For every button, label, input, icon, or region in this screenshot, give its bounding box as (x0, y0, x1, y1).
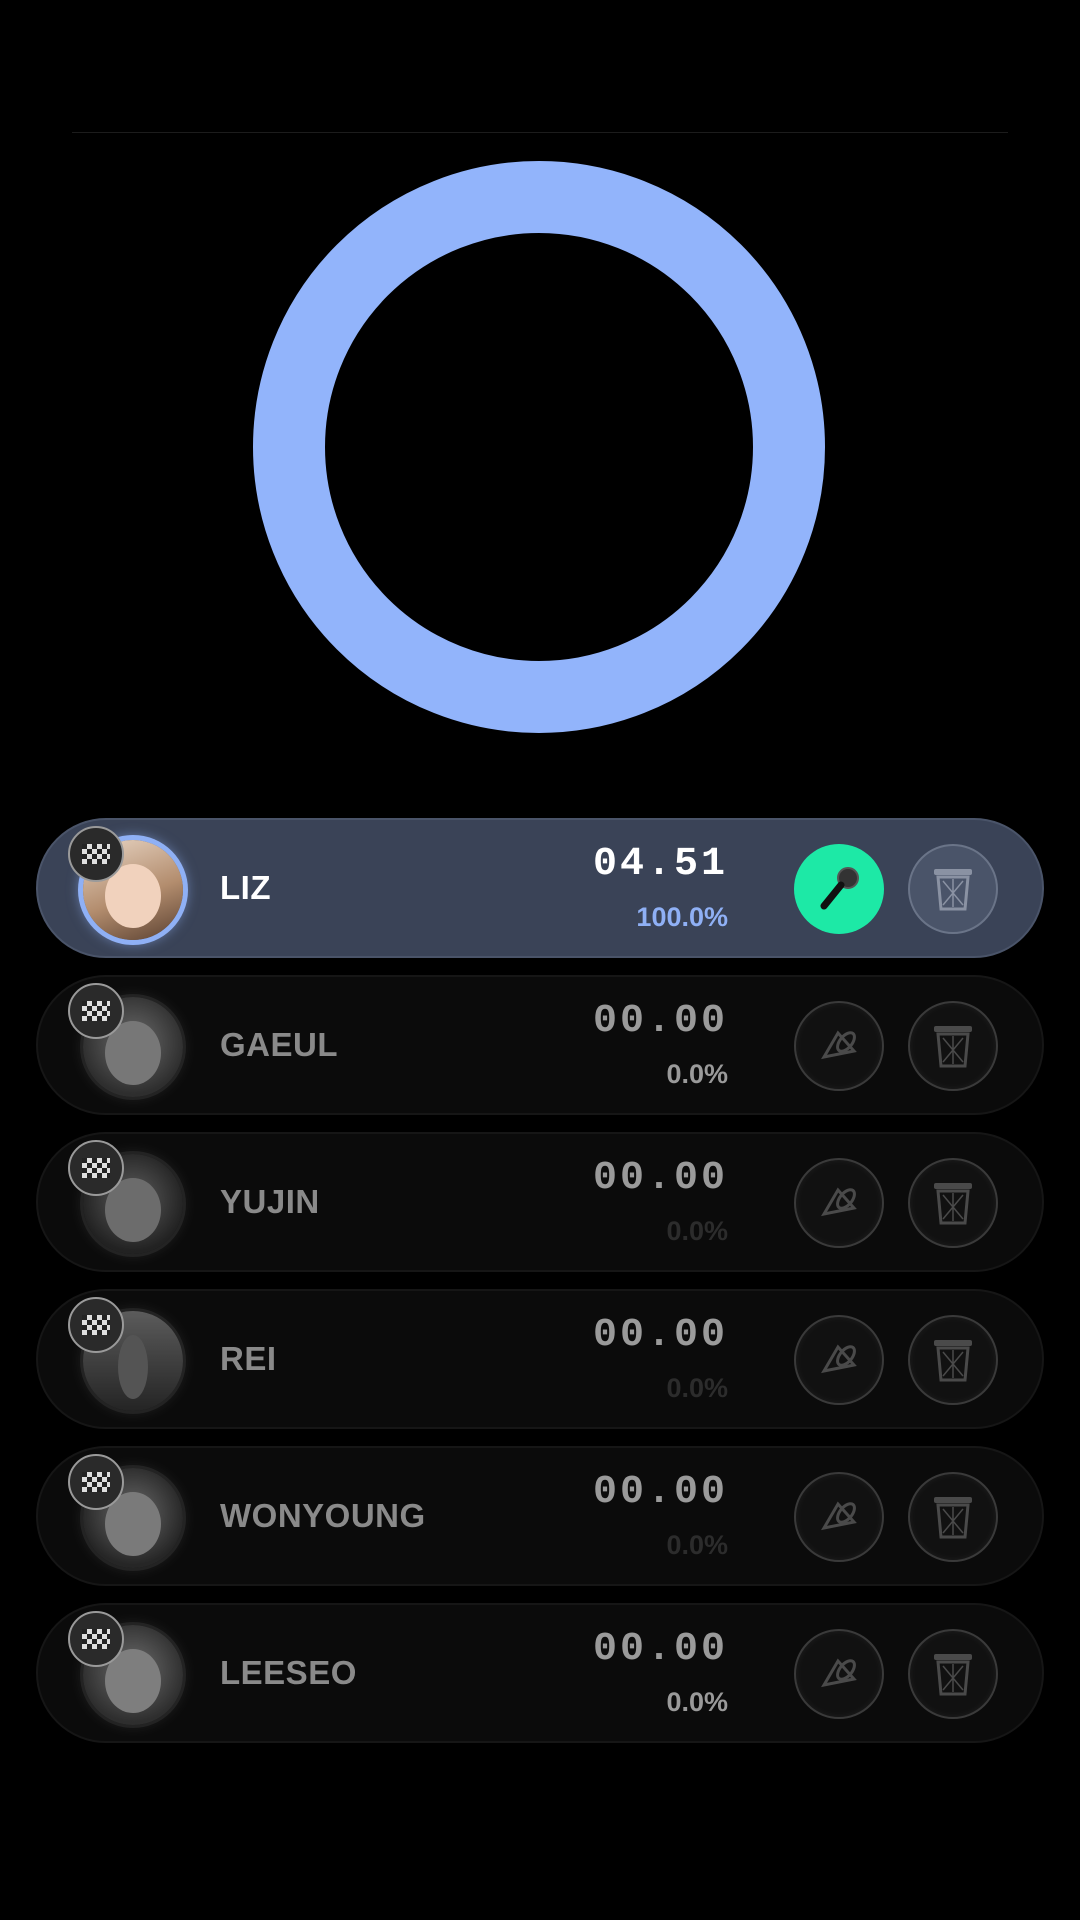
checkered-flag-icon[interactable] (68, 826, 124, 882)
checkered-flag-icon[interactable] (68, 1297, 124, 1353)
member-name: LIZ (220, 869, 271, 906)
trash-icon (934, 1026, 972, 1068)
microphone-icon (820, 867, 859, 910)
progress-ring (253, 161, 825, 733)
checkered-flag-icon[interactable] (68, 983, 124, 1039)
delete-button[interactable] (908, 1158, 998, 1248)
speaker-icon (821, 1187, 857, 1217)
top-divider (72, 132, 1008, 133)
trash-icon (934, 1183, 972, 1225)
member-time: 00.00 (592, 999, 728, 1044)
member-percent: 0.0% (666, 1530, 728, 1560)
member-row-leeseo[interactable]: LEESEO 00.00 0.0% (36, 1603, 1044, 1743)
member-row-wonyoung[interactable]: WONYOUNG 00.00 0.0% (36, 1446, 1044, 1586)
member-name: YUJIN (220, 1183, 320, 1220)
member-percent: 0.0% (666, 1687, 728, 1717)
member-name: GAEUL (220, 1026, 338, 1063)
delete-button[interactable] (908, 1001, 998, 1091)
microphone-button[interactable] (794, 844, 884, 934)
checkered-flag-icon[interactable] (68, 1611, 124, 1667)
speaker-icon (821, 1658, 857, 1688)
speaker-icon (821, 1344, 857, 1374)
member-time: 00.00 (592, 1627, 728, 1672)
speaker-icon (821, 1030, 857, 1060)
delete-button[interactable] (908, 1315, 998, 1405)
member-time: 00.00 (592, 1313, 728, 1358)
member-list: LIZ 04.51 100.0% GAEUL 00.00 0.0% YUJIN … (36, 818, 1044, 1760)
speaker-button[interactable] (794, 1158, 884, 1248)
member-row-gaeul[interactable]: GAEUL 00.00 0.0% (36, 975, 1044, 1115)
delete-button[interactable] (908, 1629, 998, 1719)
member-time: 00.00 (592, 1156, 728, 1201)
member-percent: 0.0% (666, 1373, 728, 1403)
speaker-icon (821, 1501, 857, 1531)
speaker-button[interactable] (794, 1472, 884, 1562)
member-name: REI (220, 1340, 277, 1377)
member-row-yujin[interactable]: YUJIN 00.00 0.0% (36, 1132, 1044, 1272)
delete-button[interactable] (908, 844, 998, 934)
speaker-button[interactable] (794, 1629, 884, 1719)
member-percent: 0.0% (666, 1216, 728, 1246)
trash-icon (934, 869, 972, 911)
speaker-button[interactable] (794, 1001, 884, 1091)
member-percent: 0.0% (666, 1059, 728, 1089)
member-time: 00.00 (592, 1470, 728, 1515)
member-name: WONYOUNG (220, 1497, 426, 1534)
speaker-button[interactable] (794, 1315, 884, 1405)
checkered-flag-icon[interactable] (68, 1454, 124, 1510)
member-row-rei[interactable]: REI 00.00 0.0% (36, 1289, 1044, 1429)
member-percent: 100.0% (636, 902, 728, 932)
member-row-liz[interactable]: LIZ 04.51 100.0% (36, 818, 1044, 958)
delete-button[interactable] (908, 1472, 998, 1562)
checkered-flag-icon[interactable] (68, 1140, 124, 1196)
member-time: 04.51 (592, 842, 728, 887)
trash-icon (934, 1497, 972, 1539)
trash-icon (934, 1654, 972, 1696)
trash-icon (934, 1340, 972, 1382)
member-name: LEESEO (220, 1654, 357, 1691)
